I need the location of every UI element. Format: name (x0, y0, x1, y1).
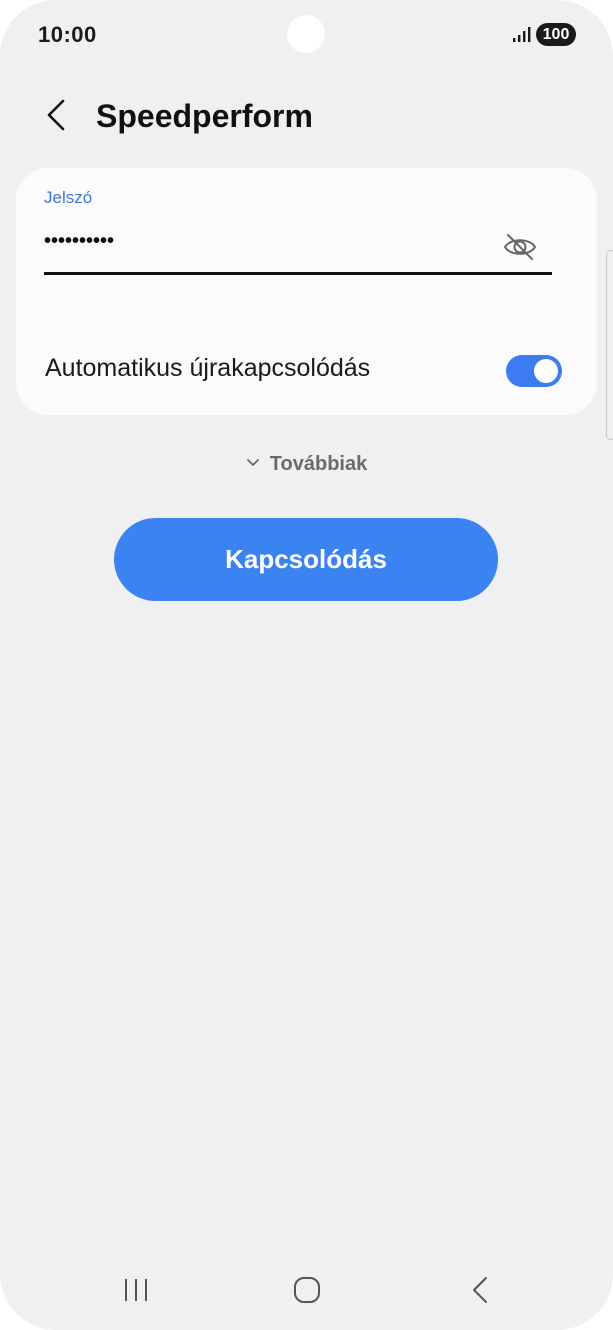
auto-reconnect-label: Automatikus újrakapcsolódás (45, 354, 371, 382)
connect-button[interactable]: Kapcsolódás (114, 518, 498, 601)
password-input[interactable]: •••••••••• (44, 230, 114, 253)
status-time: 10:00 (38, 22, 97, 47)
more-options-toggle[interactable]: Továbbiak (0, 448, 613, 480)
eye-off-icon (503, 232, 537, 267)
recents-icon (121, 1277, 151, 1308)
navigation-bar (0, 1262, 613, 1322)
status-bar: 10:00 100 (0, 0, 613, 70)
page-title: Speedperform (96, 98, 313, 134)
more-options-label: Továbbiak (269, 452, 368, 475)
back-button[interactable] (36, 96, 76, 138)
back-icon (470, 1275, 490, 1310)
front-camera (287, 15, 325, 53)
password-underline (44, 272, 552, 275)
wifi-settings-card: Jelszó •••••••••• Automatikus újrakapcso… (16, 168, 597, 415)
nav-back-button[interactable] (450, 1262, 510, 1322)
home-icon (292, 1275, 322, 1310)
chevron-left-icon (45, 98, 67, 137)
chevron-down-icon (246, 455, 260, 473)
auto-reconnect-switch[interactable] (506, 355, 562, 387)
scrollbar[interactable] (606, 250, 613, 440)
recents-button[interactable] (106, 1262, 166, 1322)
signal-icon (512, 25, 532, 43)
switch-knob (534, 359, 558, 383)
battery-indicator: 100 (536, 23, 576, 46)
password-label: Jelszó (44, 188, 93, 207)
password-visibility-toggle[interactable] (502, 232, 538, 266)
home-button[interactable] (277, 1262, 337, 1322)
phone-screen: 10:00 100 Speedperform Jelszó •••••••••• (0, 0, 613, 1330)
